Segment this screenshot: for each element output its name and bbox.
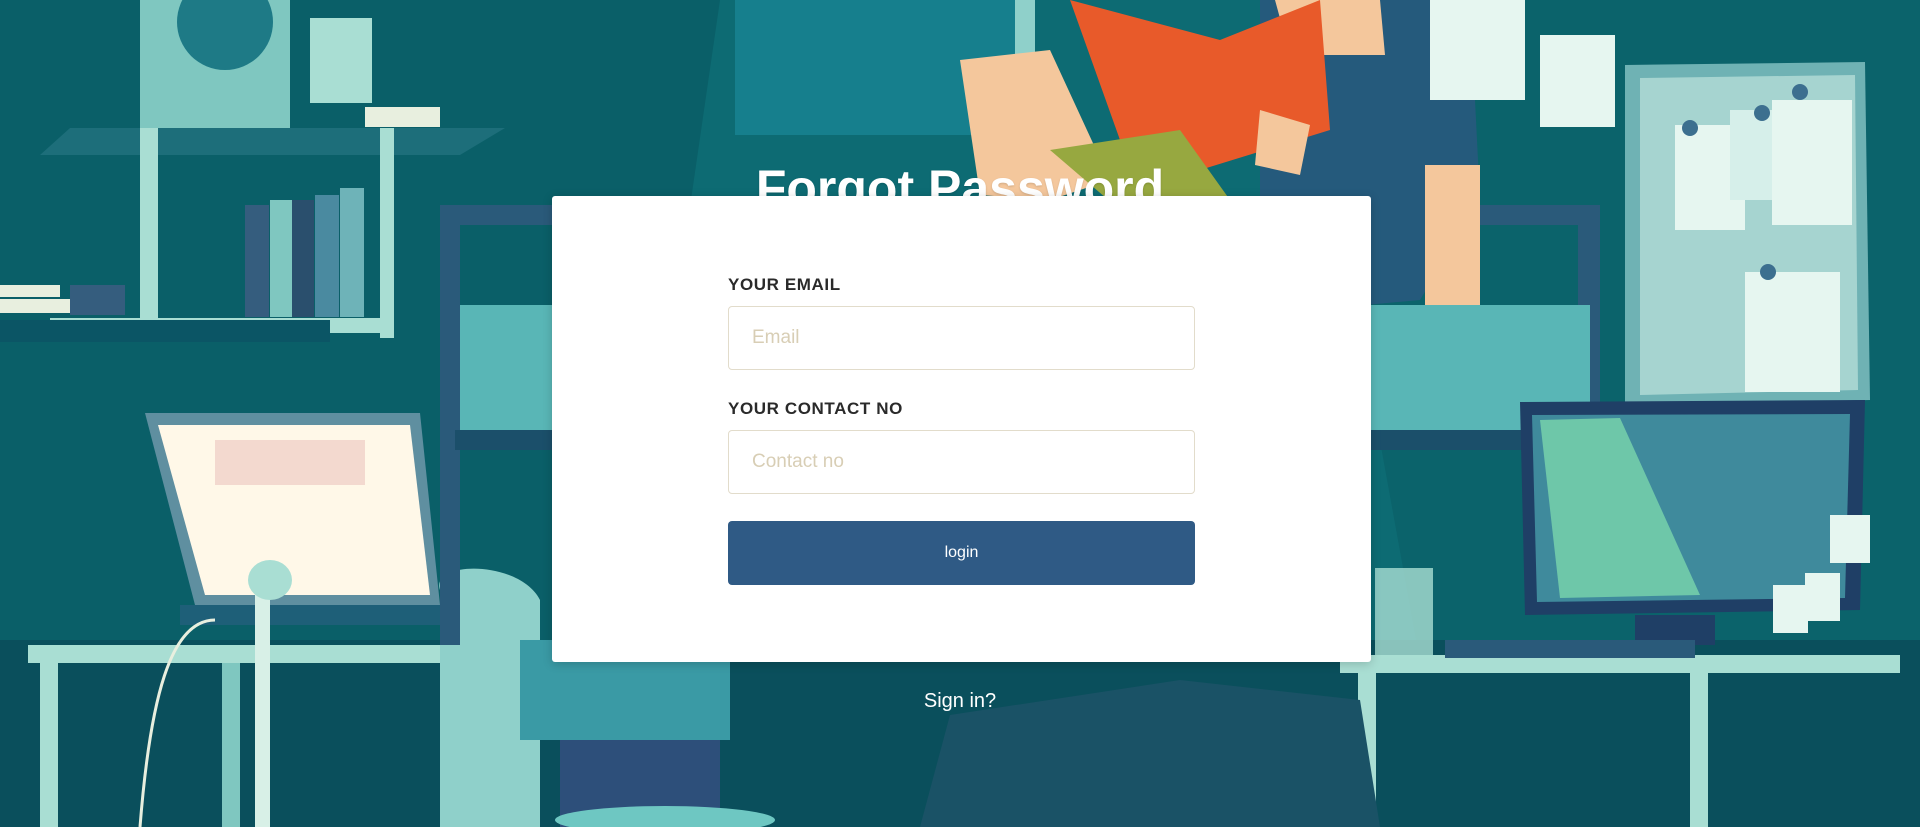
contact-label: YOUR CONTACT NO <box>728 399 903 418</box>
forgot-password-card: YOUR EMAIL YOUR CONTACT NO login <box>552 196 1371 662</box>
signin-link-row: Sign in? <box>0 690 1920 713</box>
email-label: YOUR EMAIL <box>728 275 841 294</box>
login-button[interactable]: login <box>728 521 1195 585</box>
forgot-password-page: Forgot Password YOUR EMAIL YOUR CONTACT … <box>0 0 1920 827</box>
contact-number-field[interactable] <box>728 430 1195 494</box>
signin-link[interactable]: Sign in? <box>924 690 996 712</box>
email-field[interactable] <box>728 306 1195 370</box>
